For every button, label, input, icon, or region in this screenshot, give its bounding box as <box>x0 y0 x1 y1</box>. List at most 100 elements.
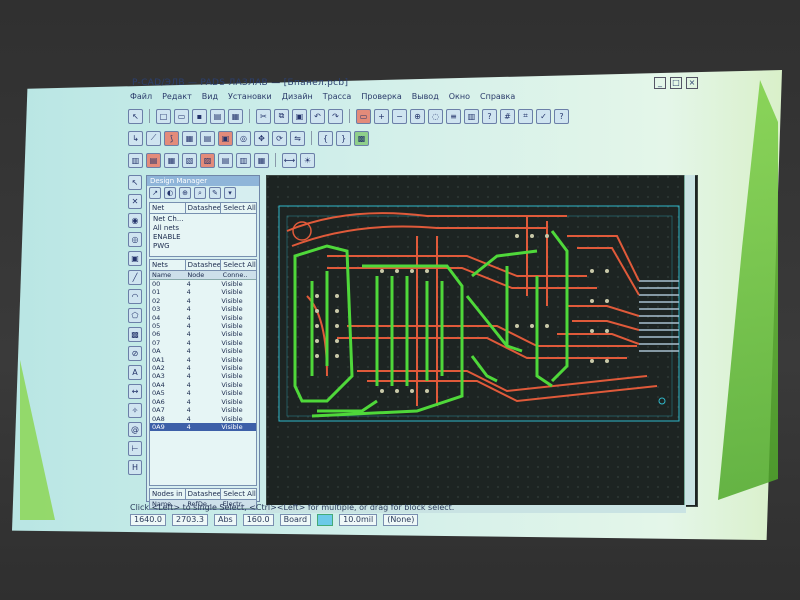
copy-icon[interactable]: ⧉ <box>274 108 289 124</box>
table-row[interactable]: 0A7 4 Visible <box>150 406 256 414</box>
place-pad-icon[interactable]: ◉ <box>128 213 142 228</box>
keepout-icon[interactable]: ⊘ <box>128 346 142 361</box>
place-via-icon[interactable]: ◎ <box>128 232 142 247</box>
redraw-icon[interactable]: ◌ <box>428 108 443 124</box>
flip-icon[interactable]: ⇋ <box>290 130 305 146</box>
open-file-icon[interactable]: ▭ <box>174 108 189 124</box>
pcb-layout-canvas[interactable] <box>267 176 697 506</box>
table-row[interactable]: 0A4 4 Visible <box>150 381 256 389</box>
sheet-icon[interactable]: ▤ <box>218 152 233 168</box>
redo-icon[interactable]: ↷ <box>328 108 343 124</box>
dm-find-icon[interactable]: ⌕ <box>194 187 206 199</box>
print-icon[interactable]: ▤ <box>210 108 225 124</box>
place-component-icon[interactable]: ▣ <box>128 251 142 266</box>
menu-help[interactable]: Справка <box>480 92 515 106</box>
select-tool-icon[interactable]: ↖ <box>128 175 142 190</box>
gerber-icon[interactable]: ▩ <box>354 130 369 146</box>
width-select[interactable]: 10.0mil <box>339 514 378 526</box>
table-row[interactable]: 01 4 Visible <box>150 288 256 296</box>
text-tool-icon[interactable]: A <box>128 365 142 380</box>
table-row[interactable]: 0A3 4 Visible <box>150 372 256 380</box>
save-icon[interactable]: ▪ <box>192 108 207 124</box>
table-row[interactable]: 05 4 Visible <box>150 322 256 330</box>
component-icon[interactable]: ▤ <box>146 152 161 168</box>
pattern-icon[interactable]: ▧ <box>182 152 197 168</box>
table-row[interactable]: 07 4 Visible <box>150 339 256 347</box>
tab-datasheet[interactable]: Datasheet <box>186 489 222 499</box>
netlist-icon[interactable]: ▨ <box>200 152 215 168</box>
menu-setup[interactable]: Установки <box>228 92 272 106</box>
copper-pour-icon[interactable]: ▩ <box>128 327 142 342</box>
crossprobe-icon[interactable]: ⟷ <box>282 152 297 168</box>
bracket-icon[interactable]: { <box>318 130 333 146</box>
bracket-end-icon[interactable]: } <box>336 130 351 146</box>
dm-zoom-icon[interactable]: ⊕ <box>179 187 191 199</box>
arc-tool-icon[interactable]: ◠ <box>128 289 142 304</box>
table-row[interactable]: 03 4 Visible <box>150 305 256 313</box>
dimension-tool-icon[interactable]: ↔ <box>128 384 142 399</box>
via-icon[interactable]: ◎ <box>236 130 251 146</box>
highlight-icon[interactable]: ☀ <box>300 152 315 168</box>
menu-design[interactable]: Дизайн <box>282 92 313 106</box>
pcb-workspace[interactable] <box>266 175 698 507</box>
display-icon[interactable]: ▦ <box>254 152 269 168</box>
table-icon[interactable]: ▥ <box>128 152 143 168</box>
menu-verify[interactable]: Проверка <box>361 92 401 106</box>
table-row[interactable]: 0A8 4 Visible <box>150 415 256 423</box>
plane-icon[interactable]: ▤ <box>200 130 215 146</box>
snap-icon[interactable]: ⌗ <box>518 108 533 124</box>
table-row[interactable]: 00 4 Visible <box>150 280 256 288</box>
menu-file[interactable]: Файл <box>130 92 152 106</box>
measure-tool-icon[interactable]: ⊢ <box>128 441 142 456</box>
line-tool-icon[interactable]: ╱ <box>128 270 142 285</box>
table-row[interactable]: 06 4 Visible <box>150 330 256 338</box>
dm-jump-icon[interactable]: ↗ <box>149 187 161 199</box>
new-file-icon[interactable]: □ <box>156 108 171 124</box>
col-node[interactable]: Node <box>185 271 220 279</box>
dm-filter-icon[interactable]: ▾ <box>224 187 236 199</box>
tab-nodes-in[interactable]: Nodes in <box>150 489 186 499</box>
tab-datasheet[interactable]: Datasheet <box>186 203 222 213</box>
maximize-button[interactable]: □ <box>670 77 682 89</box>
report-icon[interactable]: ▥ <box>236 152 251 168</box>
paste-icon[interactable]: ▣ <box>292 108 307 124</box>
list-item[interactable]: PWG <box>153 242 253 251</box>
col-connect[interactable]: Conne.. <box>221 271 256 279</box>
cut-icon[interactable]: ✂ <box>256 108 271 124</box>
copper-icon[interactable]: ▦ <box>182 130 197 146</box>
tab-net[interactable]: Net <box>150 203 186 213</box>
attribute-tool-icon[interactable]: @ <box>128 422 142 437</box>
dm-refresh-icon[interactable]: ◐ <box>164 187 176 199</box>
zoom-window-icon[interactable]: ▭ <box>356 108 371 124</box>
menu-view[interactable]: Вид <box>202 92 218 106</box>
layers-icon[interactable]: ≡ <box>446 108 461 124</box>
layer-select[interactable]: Board <box>279 514 312 526</box>
zoom-out-icon[interactable]: − <box>392 108 407 124</box>
table-row[interactable]: 0A1 4 Visible <box>150 356 256 364</box>
help-icon[interactable]: ? <box>554 108 569 124</box>
rotate-icon[interactable]: ⟳ <box>272 130 287 146</box>
area-icon[interactable]: ▣ <box>218 130 233 146</box>
col-name[interactable]: Name <box>150 271 185 279</box>
polygon-tool-icon[interactable]: ⬠ <box>128 308 142 323</box>
stretch-trace-icon[interactable]: ⟆ <box>164 130 179 146</box>
tab-datasheet[interactable]: Datasheet <box>186 260 222 270</box>
zoom-in-icon[interactable]: + <box>374 108 389 124</box>
tab-select-all[interactable]: Select All <box>221 260 256 270</box>
connect-tool-icon[interactable]: ✕ <box>128 194 142 209</box>
tab-select-all[interactable]: Select All <box>221 203 256 213</box>
list-item[interactable]: Net Ch... <box>153 215 253 224</box>
menu-window[interactable]: Окно <box>449 92 470 106</box>
move-icon[interactable]: ✥ <box>254 130 269 146</box>
grid-select[interactable]: 160.0 <box>242 514 274 526</box>
query-icon[interactable]: ? <box>482 108 497 124</box>
tab-select-all[interactable]: Select All <box>221 489 256 499</box>
list-item[interactable]: All nets <box>153 224 253 233</box>
net-select[interactable]: (None) <box>383 514 419 526</box>
zoom-extents-icon[interactable]: ⊕ <box>410 108 425 124</box>
table-row[interactable]: 02 4 Visible <box>150 297 256 305</box>
table-row[interactable]: 04 4 Visible <box>150 314 256 322</box>
menu-route[interactable]: Трасса <box>323 92 352 106</box>
properties-icon[interactable]: ▥ <box>464 108 479 124</box>
hatch-tool-icon[interactable]: H <box>128 460 142 475</box>
